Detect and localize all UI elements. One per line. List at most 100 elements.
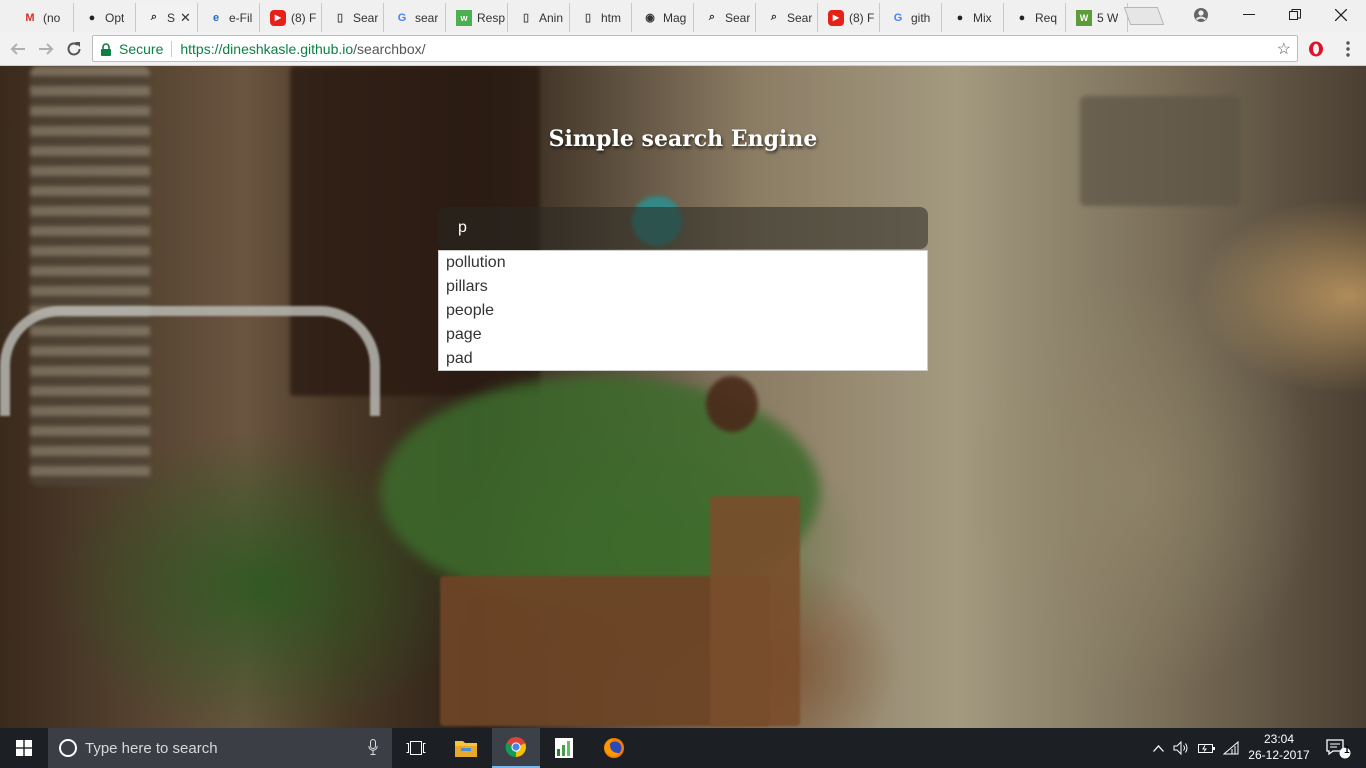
lock-icon xyxy=(101,42,111,56)
tab-title: gith xyxy=(911,10,931,25)
tab-title: 5 W xyxy=(1097,10,1119,25)
forward-button[interactable] xyxy=(34,37,58,61)
restore-button[interactable] xyxy=(1272,0,1318,30)
browser-tab[interactable]: ▯ Sear xyxy=(322,3,384,32)
task-view-icon[interactable] xyxy=(392,728,440,768)
w3-icon: w xyxy=(456,9,472,26)
github-icon: ● xyxy=(1018,11,1026,24)
search-box[interactable] xyxy=(438,207,928,249)
page-icon: ▯ xyxy=(522,12,530,24)
suggestion-item[interactable]: pollution xyxy=(439,251,927,275)
search-icon: ⌕ xyxy=(150,11,158,23)
google-icon: G xyxy=(397,11,407,24)
tab-title: Sear xyxy=(353,10,379,25)
secure-label: Secure xyxy=(119,40,164,57)
taskbar-clock[interactable]: 23:04 26-12-2017 xyxy=(1248,731,1310,763)
microphone-icon[interactable] xyxy=(368,739,378,759)
browser-tab[interactable]: W 5 W xyxy=(1066,3,1128,32)
browser-tab[interactable]: ◉ Mag xyxy=(632,3,694,32)
url-host: https://dineshkasle.github.io xyxy=(180,40,354,57)
page-icon: ▯ xyxy=(584,12,592,24)
tab-title: Sear xyxy=(725,10,751,25)
browser-tab[interactable]: ● Opt xyxy=(74,3,136,32)
tab-title: (8) F xyxy=(291,10,317,25)
browser-toolbar: Secure https://dineshkasle.github.io/sea… xyxy=(0,32,1366,66)
start-button[interactable] xyxy=(0,728,48,768)
opera-extension-icon[interactable] xyxy=(1304,37,1328,61)
youtube-icon: ▶ xyxy=(270,9,286,26)
google-icon: G xyxy=(893,11,903,24)
browser-tab[interactable]: ▯ Anin xyxy=(508,3,570,32)
browser-tab[interactable]: ⌕ S ✕ xyxy=(136,3,198,32)
windows-logo-icon xyxy=(16,740,32,756)
browser-tab[interactable]: Ggith xyxy=(880,3,942,32)
browser-tab[interactable]: Gsear xyxy=(384,3,446,32)
close-tab-icon[interactable]: ✕ xyxy=(180,10,191,26)
wh-icon: W xyxy=(1076,9,1092,26)
clock-date: 26-12-2017 xyxy=(1248,748,1310,762)
browser-tab[interactable]: ● Mix xyxy=(942,3,1004,32)
address-bar[interactable]: Secure https://dineshkasle.github.io/sea… xyxy=(92,35,1298,62)
battery-icon[interactable] xyxy=(1196,728,1218,768)
omnibox-separator xyxy=(171,40,173,57)
windows-taskbar: Type here to search 23:04 26-12-2017 1 xyxy=(0,728,1366,768)
tab-title: htm xyxy=(601,10,622,25)
search-input[interactable] xyxy=(458,219,928,237)
suggestion-item[interactable]: pad xyxy=(439,347,927,371)
volume-icon[interactable] xyxy=(1170,728,1192,768)
close-window-button[interactable] xyxy=(1318,0,1364,30)
search-icon: ⌕ xyxy=(708,11,716,23)
tab-title: (no xyxy=(43,10,61,25)
browser-tab[interactable]: ▶ (8) F xyxy=(818,3,880,32)
suggestion-item[interactable]: page xyxy=(439,323,927,347)
clock-time: 23:04 xyxy=(1263,732,1295,746)
firefox-icon[interactable] xyxy=(590,728,638,768)
chrome-taskbar-icon[interactable] xyxy=(492,728,540,768)
minimize-button[interactable] xyxy=(1226,0,1272,30)
wifi-icon[interactable] xyxy=(1220,728,1242,768)
tab-title: e-Fil xyxy=(229,10,253,25)
page-viewport: Simple search Engine pollution pillars p… xyxy=(0,66,1366,728)
browser-tab[interactable]: ⌕ Sear xyxy=(694,3,756,32)
chevron-up-icon[interactable] xyxy=(1148,728,1168,768)
tab-title: Sear xyxy=(787,10,813,25)
cortana-circle-icon xyxy=(59,739,77,757)
file-explorer-icon[interactable] xyxy=(442,728,490,768)
browser-tab[interactable]: ⌕ Sear xyxy=(756,3,818,32)
gmail-icon: M xyxy=(25,11,35,24)
browser-tab[interactable]: e e-Fil xyxy=(198,3,260,32)
browser-tab[interactable]: ▯ htm xyxy=(570,3,632,32)
tab-title: Resp xyxy=(477,10,506,25)
browser-icon: ◉ xyxy=(645,12,655,24)
suggestion-item[interactable]: pillars xyxy=(439,275,927,299)
github-icon: ● xyxy=(956,11,964,24)
browser-tab[interactable]: w Resp xyxy=(446,3,508,32)
page-icon: ▯ xyxy=(336,12,344,24)
tab-title: Opt xyxy=(105,10,125,25)
new-tab-button[interactable] xyxy=(1123,7,1165,25)
tab-title: Anin xyxy=(539,10,564,25)
edge-icon: e xyxy=(212,11,220,24)
tab-title: Mix xyxy=(973,10,992,25)
background-bike-handle xyxy=(0,306,380,416)
bookmark-star-icon[interactable]: ☆ xyxy=(1277,39,1291,59)
background-pot xyxy=(706,376,758,432)
tool-app-icon[interactable] xyxy=(540,728,588,768)
back-button[interactable] xyxy=(6,37,30,61)
menu-kebab-icon[interactable] xyxy=(1336,37,1360,61)
browser-tab[interactable]: M (no xyxy=(12,3,74,32)
tab-title: S xyxy=(167,10,176,25)
profile-icon[interactable] xyxy=(1178,0,1224,30)
youtube-icon: ▶ xyxy=(828,9,844,26)
browser-tab[interactable]: ● Req xyxy=(1004,3,1066,32)
tab-title: Mag xyxy=(663,10,687,25)
url-path: /searchbox/ xyxy=(353,40,426,57)
browser-tab[interactable]: ▶ (8) F xyxy=(260,3,322,32)
taskbar-search-box[interactable]: Type here to search xyxy=(48,728,392,768)
suggestion-item[interactable]: people xyxy=(439,299,927,323)
action-center-icon[interactable]: 1 xyxy=(1318,728,1358,768)
reload-button[interactable] xyxy=(62,37,86,61)
tab-strip: M (no ● Opt ⌕ S ✕ e e-Fil ▶ (8) F ▯ Sear Gsear w Resp ▯ A… xyxy=(0,0,1366,32)
taskbar-search-placeholder: Type here to search xyxy=(85,739,218,757)
tab-title: Req xyxy=(1035,10,1058,25)
